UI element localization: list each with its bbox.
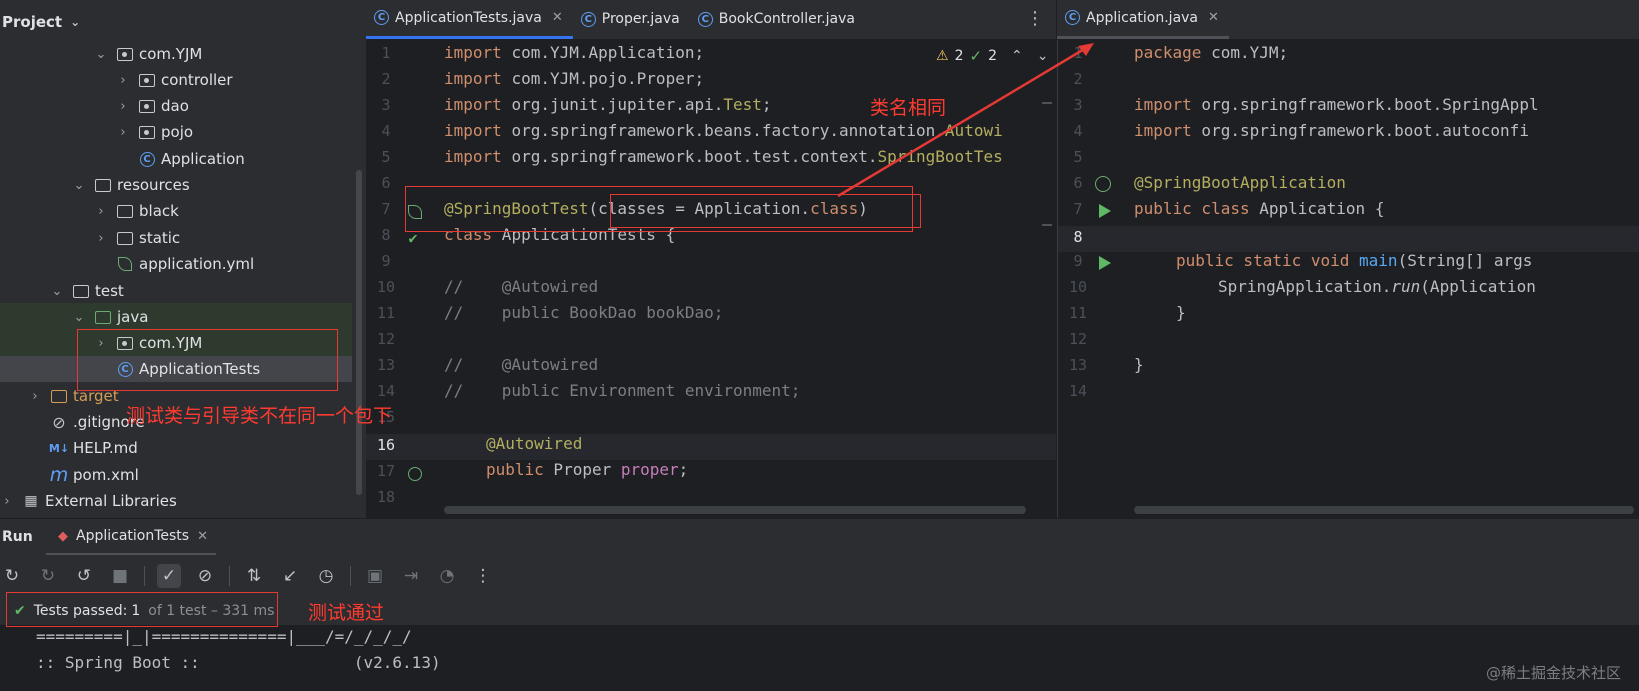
annotation-not-same-package: 测试类与引导类不在同一个包下 <box>126 405 393 427</box>
annotation-test-passed: 测试通过 <box>308 602 385 624</box>
annotation-arrow <box>837 43 1094 198</box>
annotation-same-class-name: 类名相同 <box>870 97 947 119</box>
